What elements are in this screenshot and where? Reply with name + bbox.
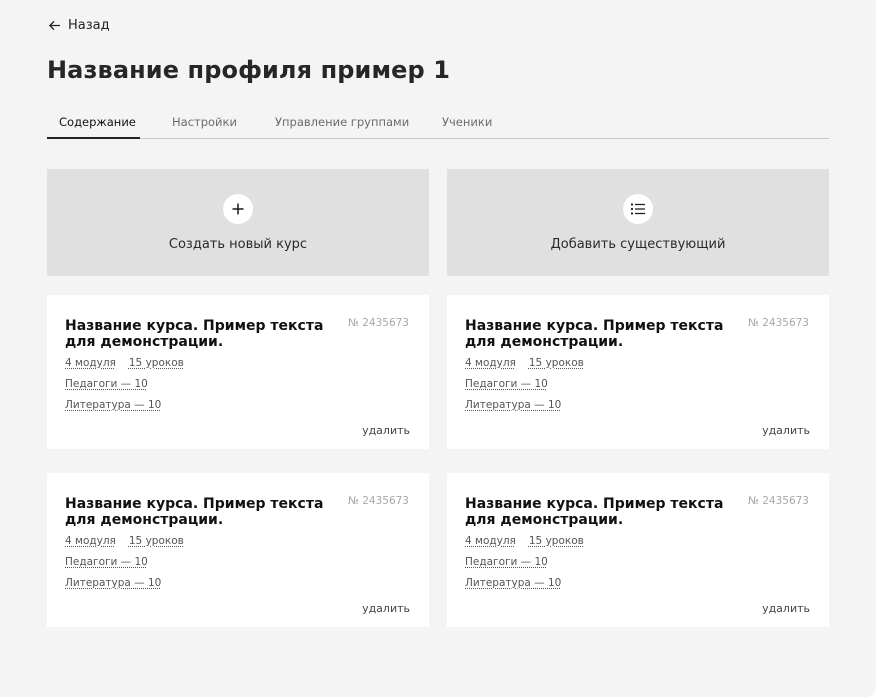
modules-link[interactable]: 4 модуля — [465, 357, 516, 369]
page: Назад Название профиля пример 1 Содержан… — [0, 0, 876, 697]
course-meta: 4 модуля 15 уроков — [465, 357, 584, 369]
course-card: Название курса. Пример текста для демонс… — [47, 473, 429, 627]
course-title[interactable]: Название курса. Пример текста для демонс… — [465, 318, 733, 350]
teachers-link[interactable]: Педагоги — 10 — [65, 556, 148, 568]
back-link[interactable]: Назад — [48, 18, 110, 33]
lessons-link[interactable]: 15 уроков — [529, 357, 584, 369]
modules-link[interactable]: 4 модуля — [65, 357, 116, 369]
literature-link[interactable]: Литература — 10 — [65, 399, 161, 411]
teachers-link[interactable]: Педагоги — 10 — [465, 378, 548, 390]
back-label: Назад — [68, 18, 110, 33]
course-meta: 4 модуля 15 уроков — [465, 535, 584, 547]
delete-button[interactable]: удалить — [762, 424, 810, 437]
lessons-link[interactable]: 15 уроков — [129, 357, 184, 369]
tab-group-management[interactable]: Управление группами — [275, 115, 409, 138]
arrow-left-icon — [48, 20, 61, 31]
add-existing-course-button[interactable]: Добавить существующий — [447, 169, 829, 276]
course-card: Название курса. Пример текста для демонс… — [447, 473, 829, 627]
course-number: № 2435673 — [347, 317, 409, 329]
add-existing-label: Добавить существующий — [550, 237, 726, 252]
modules-link[interactable]: 4 модуля — [65, 535, 116, 547]
create-course-label: Создать новый курс — [168, 237, 308, 252]
lessons-link[interactable]: 15 уроков — [129, 535, 184, 547]
list-icon — [623, 194, 653, 224]
course-number: № 2435673 — [747, 495, 809, 507]
course-meta: 4 модуля 15 уроков — [65, 357, 184, 369]
delete-button[interactable]: удалить — [362, 424, 410, 437]
create-course-button[interactable]: Создать новый курс — [47, 169, 429, 276]
tab-students[interactable]: Ученики — [442, 115, 492, 138]
course-meta: 4 модуля 15 уроков — [65, 535, 184, 547]
course-title[interactable]: Название курса. Пример текста для демонс… — [65, 496, 333, 528]
tab-settings[interactable]: Настройки — [172, 115, 237, 138]
course-card: Название курса. Пример текста для демонс… — [47, 295, 429, 449]
literature-link[interactable]: Литература — 10 — [465, 399, 561, 411]
tab-bar: Содержание Настройки Управление группами… — [47, 115, 829, 139]
course-card: Название курса. Пример текста для демонс… — [447, 295, 829, 449]
literature-link[interactable]: Литература — 10 — [465, 577, 561, 589]
delete-button[interactable]: удалить — [762, 602, 810, 615]
delete-button[interactable]: удалить — [362, 602, 410, 615]
course-number: № 2435673 — [747, 317, 809, 329]
course-title[interactable]: Название курса. Пример текста для демонс… — [465, 496, 733, 528]
plus-icon — [223, 194, 253, 224]
lessons-link[interactable]: 15 уроков — [529, 535, 584, 547]
modules-link[interactable]: 4 модуля — [465, 535, 516, 547]
course-title[interactable]: Название курса. Пример текста для демонс… — [65, 318, 333, 350]
literature-link[interactable]: Литература — 10 — [65, 577, 161, 589]
page-title: Название профиля пример 1 — [47, 56, 451, 84]
teachers-link[interactable]: Педагоги — 10 — [465, 556, 548, 568]
teachers-link[interactable]: Педагоги — 10 — [65, 378, 148, 390]
course-number: № 2435673 — [347, 495, 409, 507]
tab-content[interactable]: Содержание — [47, 115, 140, 139]
